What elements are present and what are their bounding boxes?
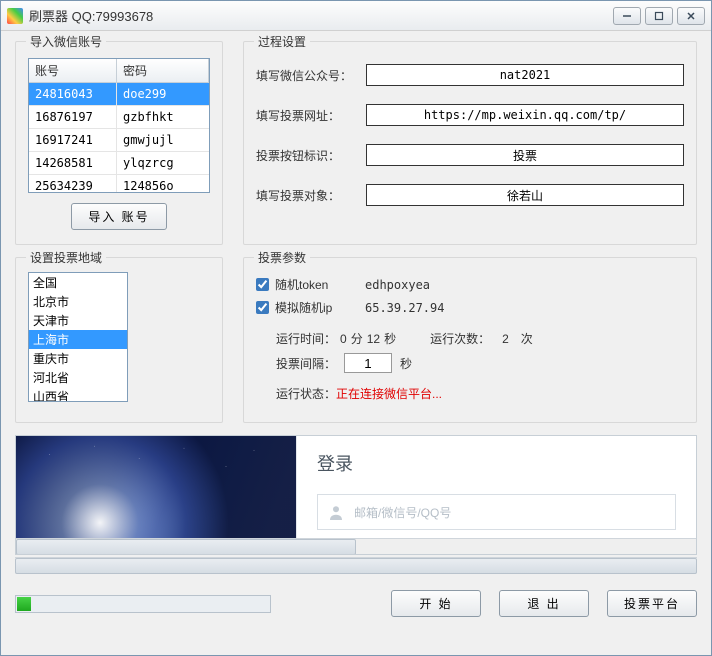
preview-scrollbar[interactable] [16, 538, 696, 555]
status-label: 运行状态： [276, 385, 336, 402]
minimize-button[interactable] [613, 7, 641, 25]
vote-target-label: 填写投票对象： [256, 187, 366, 204]
col-password: 密码 [117, 59, 209, 82]
accounts-group: 导入微信账号 账号 密码 24816043doe29916876197gzbfh… [15, 41, 223, 245]
progress-bar [15, 595, 271, 613]
list-item[interactable]: 全国 [29, 273, 127, 292]
process-group: 过程设置 填写微信公众号： 填写投票网址： 投票按钮标识： 填写投票对象： [243, 41, 697, 245]
table-row[interactable]: 16876197gzbfhkt [29, 105, 209, 128]
params-legend: 投票参数 [254, 249, 310, 266]
vote-btn-id-input[interactable] [366, 144, 684, 166]
list-item[interactable]: 上海市 [29, 330, 127, 349]
user-icon [328, 504, 344, 520]
exit-button[interactable]: 退 出 [499, 590, 589, 617]
region-listbox[interactable]: 全国北京市天津市上海市重庆市河北省山西省 [28, 272, 128, 402]
list-item[interactable]: 重庆市 [29, 349, 127, 368]
runtime-label: 运行时间： [276, 330, 336, 347]
preview-banner-image [16, 436, 296, 538]
public-account-label: 填写微信公众号： [256, 67, 366, 84]
region-legend: 设置投票地域 [26, 249, 106, 266]
random-token-label: 随机token [275, 276, 365, 293]
process-legend: 过程设置 [254, 33, 310, 50]
random-ip-value: 65.39.27.94 [365, 301, 444, 315]
col-account: 账号 [29, 59, 117, 82]
vote-url-input[interactable] [366, 104, 684, 126]
table-row[interactable]: 14268581ylqzrcg [29, 151, 209, 174]
table-row[interactable]: 16917241gmwjujl [29, 128, 209, 151]
vote-target-input[interactable] [366, 184, 684, 206]
vote-url-label: 填写投票网址： [256, 107, 366, 124]
window-title: 刷票器 QQ:79993678 [29, 6, 613, 25]
start-button[interactable]: 开 始 [391, 590, 481, 617]
close-button[interactable] [677, 7, 705, 25]
region-group: 设置投票地域 全国北京市天津市上海市重庆市河北省山西省 [15, 257, 223, 423]
params-group: 投票参数 随机token edhpoxyea 模拟随机ip 65.39.27.9… [243, 257, 697, 423]
table-row[interactable]: 25634239124856o [29, 174, 209, 193]
outer-scrollbar[interactable] [15, 557, 697, 574]
platform-button[interactable]: 投票平台 [607, 590, 697, 617]
login-account-input[interactable]: 邮箱/微信号/QQ号 [317, 494, 676, 530]
vote-btn-id-label: 投票按钮标识： [256, 147, 366, 164]
random-token-checkbox[interactable] [256, 278, 269, 291]
import-accounts-button[interactable]: 导入 账号 [71, 203, 166, 230]
random-ip-checkbox[interactable] [256, 301, 269, 314]
public-account-input[interactable] [366, 64, 684, 86]
list-item[interactable]: 天津市 [29, 311, 127, 330]
accounts-table[interactable]: 账号 密码 24816043doe29916876197gzbfhkt16917… [28, 58, 210, 193]
list-item[interactable]: 河北省 [29, 368, 127, 387]
maximize-button[interactable] [645, 7, 673, 25]
status-value: 正在连接微信平台... [336, 385, 442, 402]
titlebar[interactable]: 刷票器 QQ:79993678 [1, 1, 711, 31]
list-item[interactable]: 山西省 [29, 387, 127, 402]
runcount-label: 运行次数： [430, 330, 490, 347]
random-ip-label: 模拟随机ip [275, 299, 365, 316]
interval-label: 投票间隔： [276, 355, 336, 372]
table-row[interactable]: 24816043doe299 [29, 83, 209, 105]
app-window: 刷票器 QQ:79993678 导入微信账号 账号 密码 24816043doe… [0, 0, 712, 656]
accounts-legend: 导入微信账号 [26, 33, 106, 50]
login-preview: 登录 邮箱/微信号/QQ号 [15, 435, 697, 555]
app-icon [7, 8, 23, 24]
login-title: 登录 [317, 450, 676, 476]
random-token-value: edhpoxyea [365, 278, 430, 292]
list-item[interactable]: 北京市 [29, 292, 127, 311]
interval-input[interactable] [344, 353, 392, 373]
